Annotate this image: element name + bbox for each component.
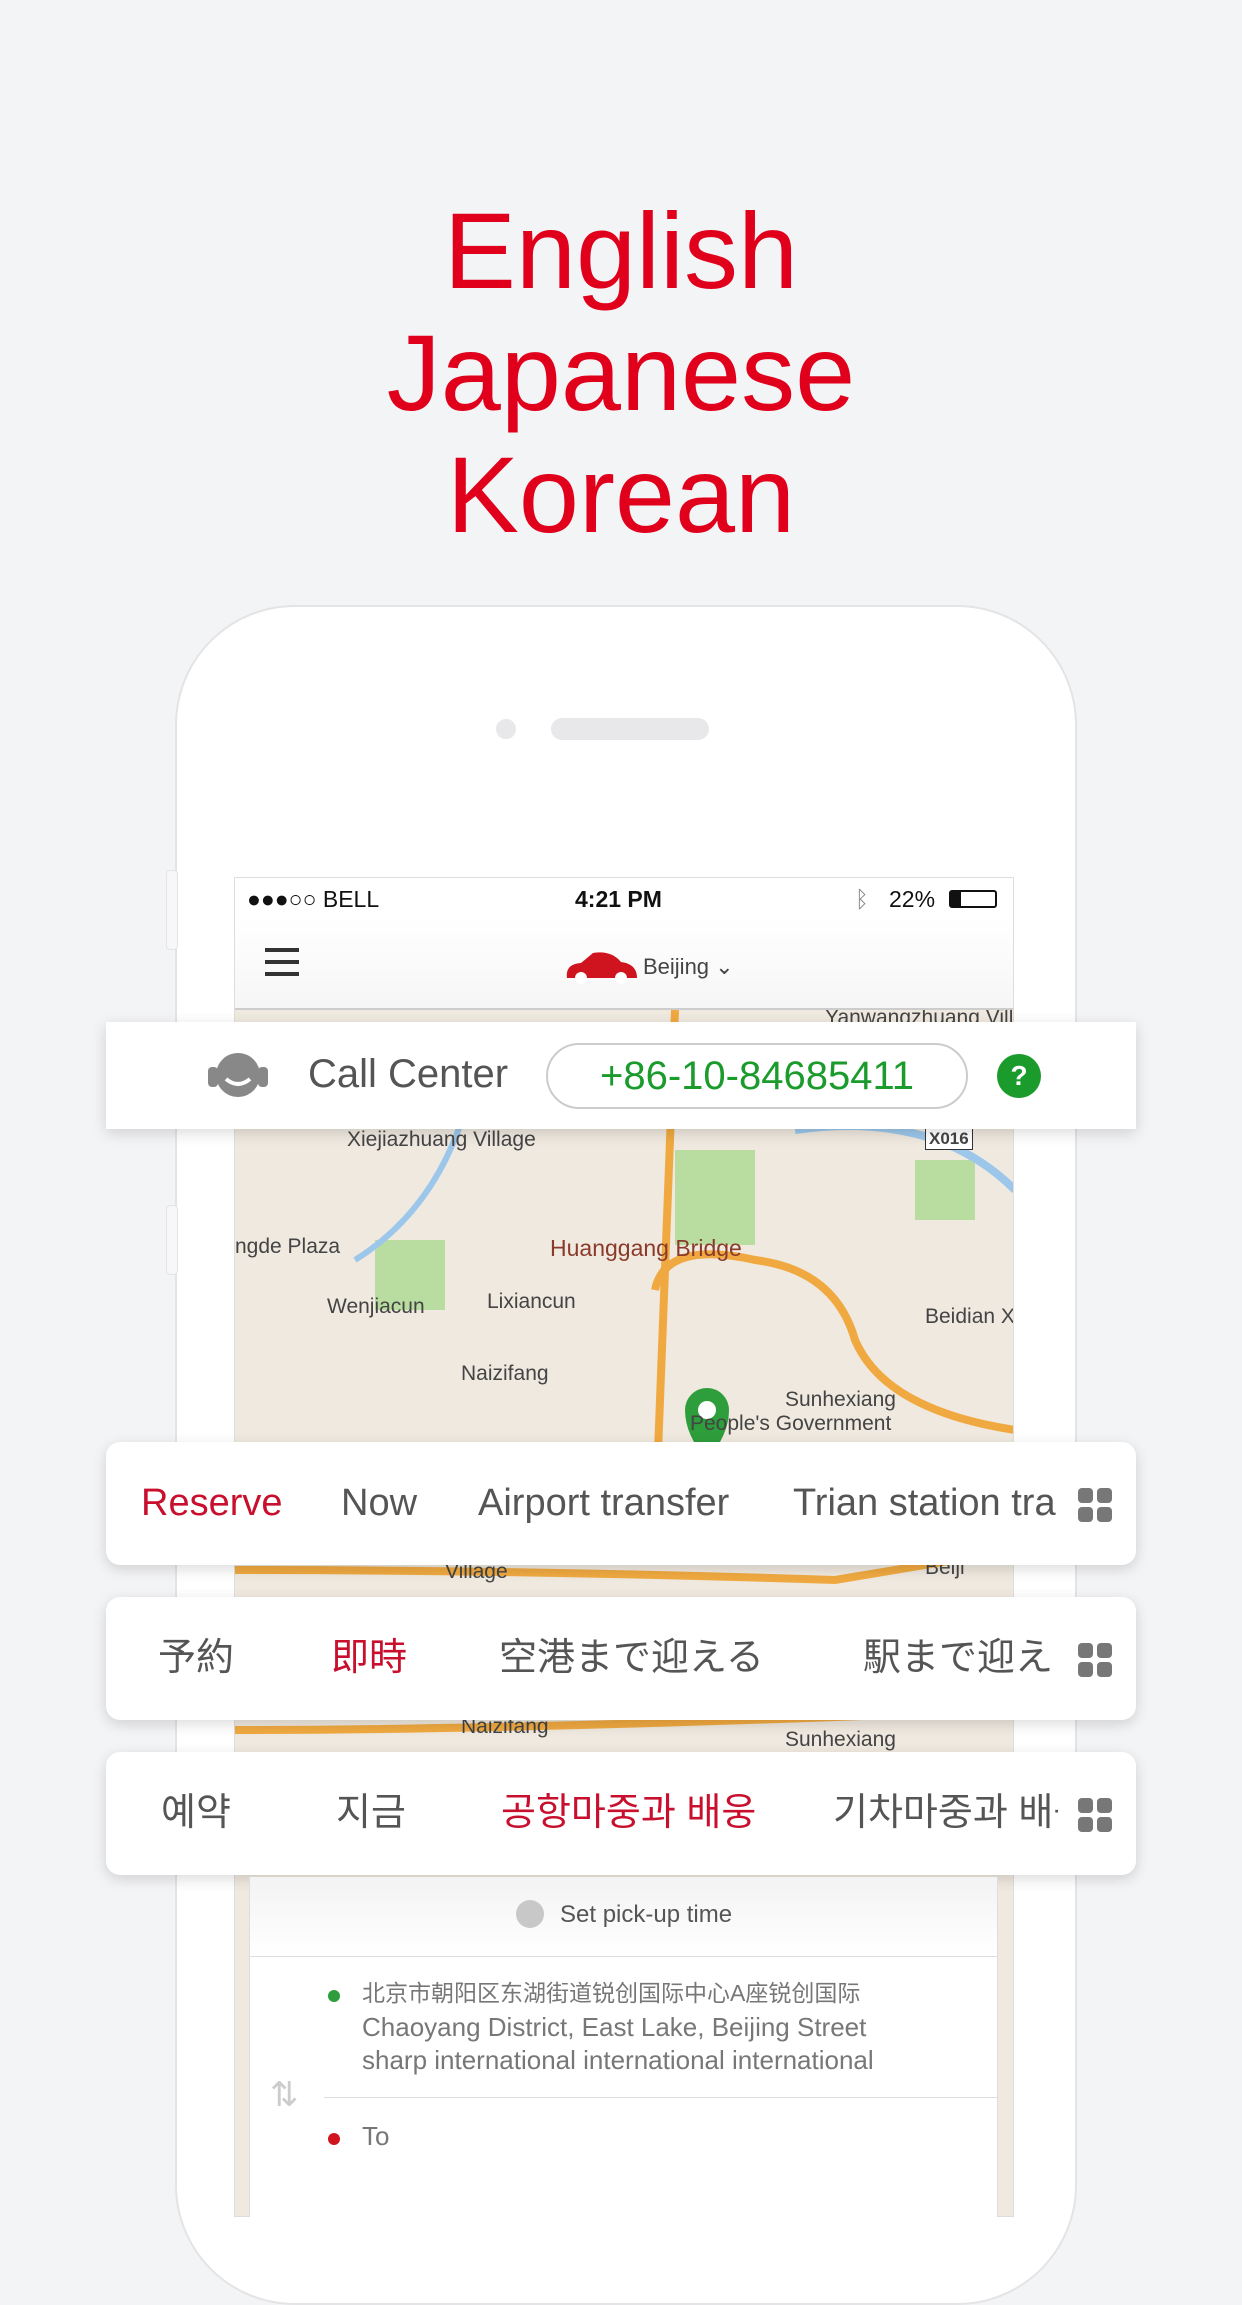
destination-input[interactable]: To — [362, 2120, 389, 2153]
city-selector[interactable]: Beijing ⌄ — [643, 954, 734, 980]
tab-now[interactable]: 지금 — [336, 1752, 406, 1875]
tab-train-station[interactable]: Trian station tra — [793, 1442, 1058, 1565]
origin-address-en[interactable]: Chaoyang District, East Lake, Beijing St… — [362, 2011, 866, 2044]
tab-now[interactable]: Now — [341, 1442, 417, 1565]
booking-card: Set pick-up time 北京市朝阳区东湖街道锐创国际中心A座锐创国际 … — [249, 1877, 998, 2217]
origin-address-cn[interactable]: 北京市朝阳区东湖街道锐创国际中心A座锐创国际 — [362, 1977, 860, 2010]
grid-menu-icon[interactable] — [1078, 1488, 1112, 1522]
divider — [324, 2097, 997, 2098]
hamburger-icon[interactable] — [265, 948, 299, 976]
headline-line: Korean — [446, 434, 796, 555]
grid-menu-icon[interactable] — [1078, 1643, 1112, 1677]
tab-reserve[interactable]: Reserve — [141, 1442, 283, 1565]
city-name: Beijing — [643, 954, 710, 979]
headline-line: English — [443, 190, 799, 311]
carrier: ●●●○○ BELL — [247, 886, 380, 912]
destination-dot — [328, 2133, 340, 2145]
map-label: Wenjiacun — [327, 1295, 425, 1318]
headline-line: Japanese — [386, 312, 856, 433]
pickup-time-button[interactable]: Set pick-up time — [250, 1877, 997, 1957]
tab-reserve[interactable]: 予約 — [158, 1597, 234, 1720]
help-icon[interactable]: ? — [997, 1054, 1041, 1098]
pickup-time-label: Set pick-up time — [560, 1901, 733, 1928]
tab-reserve[interactable]: 예약 — [161, 1752, 231, 1875]
map-label: Huanggang Bridge — [550, 1235, 742, 1261]
map-label: Sunhexiang — [785, 1388, 896, 1411]
map-label: ngde Plaza — [235, 1235, 341, 1258]
battery-percent: 22% — [889, 886, 936, 912]
headset-icon — [208, 1053, 268, 1097]
map-label: Lixiancun — [487, 1290, 576, 1313]
origin-dot — [328, 1990, 340, 2002]
map-label: Beidian X — [925, 1305, 1014, 1328]
map-label: People's Government — [690, 1412, 892, 1435]
tab-bar-japanese: 予約 即時 空港まで迎える 駅まで迎え — [106, 1597, 1136, 1720]
phone-side-button — [166, 870, 178, 950]
battery-icon — [949, 890, 997, 908]
tab-now[interactable]: 即時 — [331, 1597, 407, 1720]
headline: English Japanese Korean — [0, 190, 1242, 556]
phone-side-button — [166, 1205, 178, 1275]
grid-menu-icon[interactable] — [1078, 1798, 1112, 1832]
tab-airport-transfer[interactable]: Airport transfer — [478, 1442, 729, 1565]
nav-bar: Beijing ⌄ — [235, 918, 1013, 1010]
bluetooth-icon: ᛒ — [855, 886, 869, 912]
phone-speaker — [551, 718, 709, 740]
status-bar: ●●●○○ BELL 4:21 PM ᛒ 22% — [235, 878, 1013, 918]
phone-camera — [496, 719, 516, 739]
phone-number-button[interactable]: +86-10-84685411 — [546, 1043, 968, 1109]
map-label: Sunhexiang — [785, 1728, 896, 1751]
map-label: Naizifang — [461, 1362, 549, 1385]
car-icon — [566, 952, 637, 984]
swap-icon[interactable]: ⇅ — [270, 2075, 299, 2115]
map-label: X016 — [925, 1128, 973, 1150]
tab-airport-transfer[interactable]: 空港まで迎える — [499, 1597, 764, 1720]
tab-bar-english: Reserve Now Airport transfer Trian stati… — [106, 1442, 1136, 1565]
origin-address-en[interactable]: sharp international international intern… — [362, 2044, 874, 2077]
tab-airport-transfer[interactable]: 공항마중과 배웅 — [501, 1752, 756, 1875]
call-center-label: Call Center — [308, 1052, 509, 1096]
clock: 4:21 PM — [575, 886, 662, 912]
clock-icon — [516, 1900, 544, 1928]
call-center-bar: Call Center +86-10-84685411 ? — [106, 1022, 1136, 1129]
tab-train-station[interactable]: 駅まで迎え — [863, 1597, 1058, 1720]
tab-bar-korean: 예약 지금 공항마중과 배웅 기차마중과 배웅 — [106, 1752, 1136, 1875]
tab-train-station[interactable]: 기차마중과 배웅 — [833, 1752, 1058, 1875]
map-label: Xiejiazhuang Village — [347, 1128, 536, 1151]
